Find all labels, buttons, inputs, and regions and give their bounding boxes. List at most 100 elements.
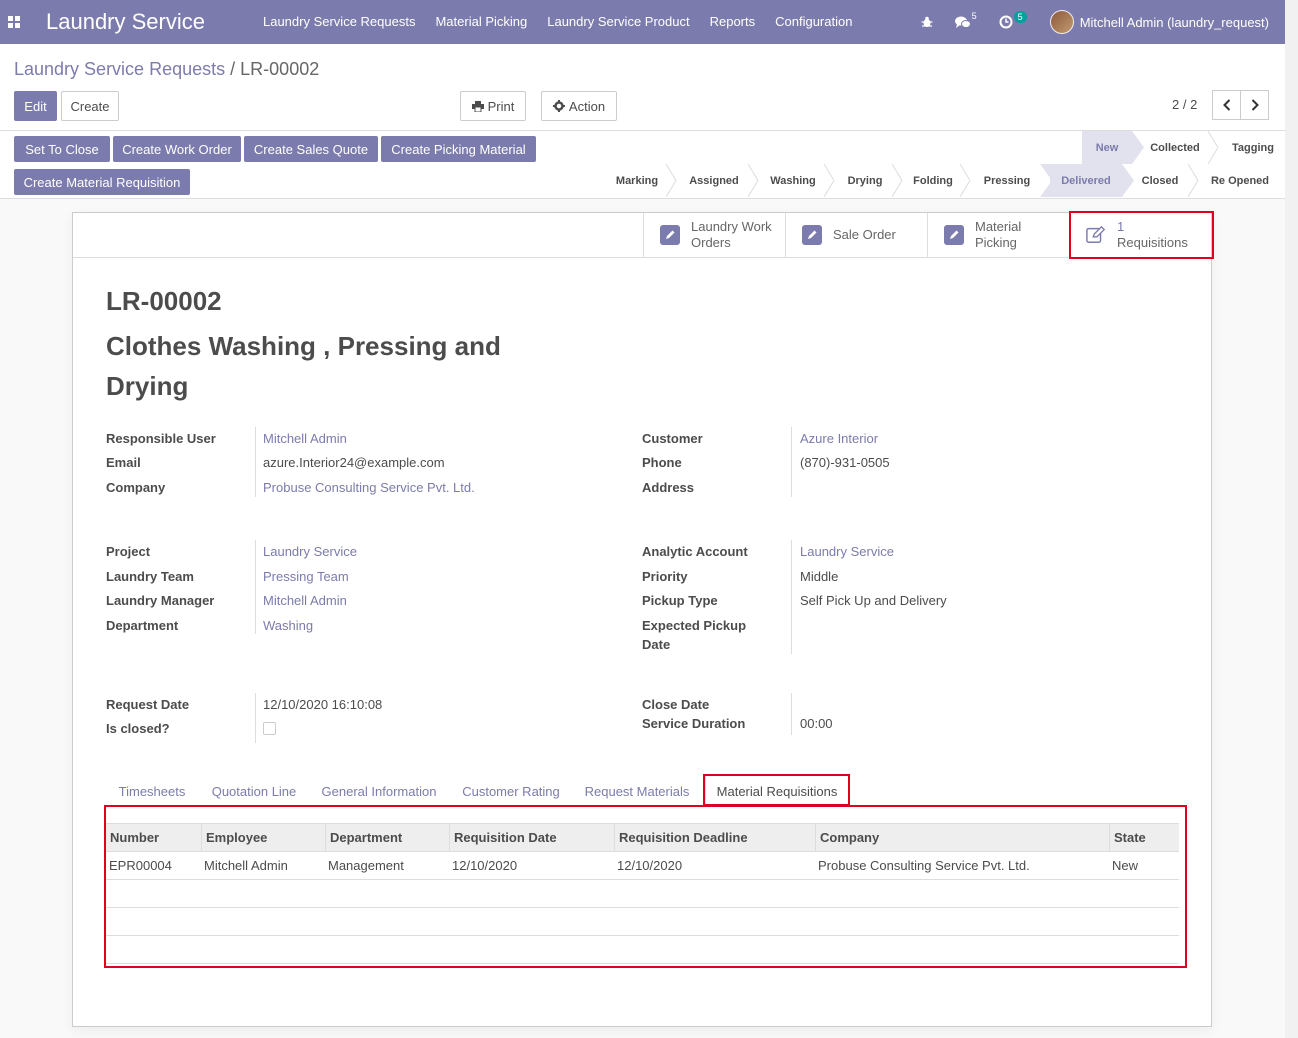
smart-button-label: Sale Order <box>833 227 896 242</box>
form-statusbar: Set To Close Create Work Order Create Sa… <box>0 131 1285 199</box>
field-label-company: Company <box>106 480 166 495</box>
stage-closed[interactable]: Closed <box>1132 164 1188 197</box>
priority-value: Middle <box>800 569 839 584</box>
stage-pressing[interactable]: Pressing <box>974 164 1040 197</box>
stage-new[interactable]: New <box>1082 131 1132 164</box>
field-divider <box>255 693 256 743</box>
create-button[interactable]: Create <box>61 91 119 121</box>
laundry-team-value[interactable]: Pressing Team <box>263 569 349 584</box>
tab-customer-rating[interactable]: Customer Rating <box>449 775 573 807</box>
stage-tagging[interactable]: Tagging <box>1222 131 1284 164</box>
stage-arrow-icon <box>748 164 759 197</box>
stage-arrow-icon <box>1188 164 1199 197</box>
set-to-close-button[interactable]: Set To Close <box>14 136 110 162</box>
field-divider <box>255 540 256 634</box>
field-label-analytic-account: Analytic Account <box>642 544 748 559</box>
highlight-box <box>1069 211 1214 259</box>
window-scrollbar[interactable] <box>1285 0 1298 1038</box>
material-picking-smart-button[interactable]: Material Picking <box>927 213 1069 257</box>
menu-laundry-service-product[interactable]: Laundry Service Product <box>537 0 699 44</box>
stage-arrow-icon <box>960 164 971 197</box>
laundry-manager-value[interactable]: Mitchell Admin <box>263 593 347 608</box>
systray: 5 5 Mitchell Admin (laundry_request) <box>910 0 1285 44</box>
breadcrumb-parent[interactable]: Laundry Service Requests <box>14 59 225 79</box>
field-divider <box>255 427 256 497</box>
create-picking-material-button[interactable]: Create Picking Material <box>381 136 536 162</box>
activities-clock-icon[interactable]: 5 <box>988 0 1038 44</box>
activities-count: 5 <box>1013 11 1027 23</box>
print-button[interactable]: Print <box>460 91 526 121</box>
stage-washing[interactable]: Washing <box>762 164 824 197</box>
field-label-project: Project <box>106 544 151 559</box>
breadcrumb: Laundry Service Requests / LR-00002 <box>14 59 319 80</box>
field-label-laundry-team: Laundry Team <box>106 569 194 584</box>
edit-button[interactable]: Edit <box>14 91 57 121</box>
customer-value[interactable]: Azure Interior <box>800 431 878 446</box>
pencil-square-icon <box>944 225 964 245</box>
laundry-work-orders-smart-button[interactable]: Laundry Work Orders <box>643 213 785 257</box>
stage-arrow-icon <box>666 164 677 197</box>
smart-button-label: Picking <box>975 235 1017 250</box>
field-label-service-duration: Service Duration <box>642 716 746 731</box>
stage-folding[interactable]: Folding <box>906 164 960 197</box>
record-name: Clothes Washing , Pressing and Drying <box>106 331 501 401</box>
create-material-requisition-button[interactable]: Create Material Requisition <box>14 169 190 195</box>
field-label-close-date: Close Date <box>642 697 710 712</box>
field-divider <box>791 427 792 497</box>
print-label: Print <box>487 98 515 114</box>
user-menu[interactable]: Mitchell Admin (laundry_request) <box>1038 10 1285 34</box>
pencil-square-icon <box>660 225 680 245</box>
stage-arrow-icon <box>824 164 835 197</box>
pager-value[interactable]: 2 / 2 <box>1172 97 1197 112</box>
sale-order-smart-button[interactable]: Sale Order <box>785 213 927 257</box>
menu-laundry-service-requests[interactable]: Laundry Service Requests <box>253 0 425 44</box>
field-label-phone: Phone <box>642 455 682 470</box>
stage-drying[interactable]: Drying <box>838 164 892 197</box>
tab-request-materials[interactable]: Request Materials <box>573 775 701 807</box>
tab-general-information[interactable]: General Information <box>309 775 449 807</box>
tab-timesheets[interactable]: Timesheets <box>105 775 199 807</box>
pager-next-button[interactable] <box>1240 90 1269 120</box>
avatar <box>1049 10 1074 34</box>
company-value[interactable]: Probuse Consulting Service Pvt. Ltd. <box>263 480 475 495</box>
field-label-pickup-type: Pickup Type <box>642 593 718 608</box>
record-reference: LR-00002 <box>106 286 222 316</box>
smart-button-label: Material <box>975 219 1022 234</box>
app-brand[interactable]: Laundry Service <box>46 9 205 35</box>
print-icon <box>471 100 484 112</box>
create-work-order-button[interactable]: Create Work Order <box>113 136 241 162</box>
project-value[interactable]: Laundry Service <box>263 544 357 559</box>
menu-configuration[interactable]: Configuration <box>765 0 862 44</box>
messages-icon[interactable]: 5 <box>944 0 988 44</box>
menu-reports[interactable]: Reports <box>700 0 766 44</box>
responsible-user-value[interactable]: Mitchell Admin <box>263 431 347 446</box>
action-button[interactable]: Action <box>541 91 617 121</box>
is-closed-checkbox[interactable] <box>263 722 276 735</box>
pencil-square-icon <box>802 225 822 245</box>
apps-grid-icon[interactable] <box>0 0 28 44</box>
analytic-account-value[interactable]: Laundry Service <box>800 544 894 559</box>
service-duration-value: 00:00 <box>800 716 833 731</box>
field-label-priority: Priority <box>642 569 688 584</box>
debug-bug-icon[interactable] <box>910 0 944 44</box>
smart-button-label: Laundry Work <box>691 219 772 234</box>
department-value[interactable]: Washing <box>263 618 313 633</box>
stage-assigned[interactable]: Assigned <box>680 164 748 197</box>
stage-collected[interactable]: Collected <box>1142 131 1208 164</box>
top-navbar: Laundry Service Laundry Service Requests… <box>0 0 1285 44</box>
create-sales-quote-button[interactable]: Create Sales Quote <box>244 136 378 162</box>
stage-arrow-icon <box>1208 131 1219 164</box>
pager-previous-button[interactable] <box>1212 90 1241 120</box>
tab-quotation-line[interactable]: Quotation Line <box>199 775 309 807</box>
smart-button-label: Orders <box>691 235 731 250</box>
email-value: azure.Interior24@example.com <box>263 455 445 470</box>
field-label-request-date: Request Date <box>106 697 190 712</box>
action-label: Action <box>568 98 606 114</box>
menu-material-picking[interactable]: Material Picking <box>425 0 537 44</box>
stage-delivered[interactable]: Delivered <box>1050 164 1122 197</box>
field-label-expected-pickup-date: Expected Pickup <box>642 618 747 633</box>
stage-marking[interactable]: Marking <box>608 164 666 197</box>
stage-re-opened[interactable]: Re Opened <box>1202 164 1278 197</box>
highlight-box <box>104 805 1187 968</box>
field-label-department: Department <box>106 618 179 633</box>
